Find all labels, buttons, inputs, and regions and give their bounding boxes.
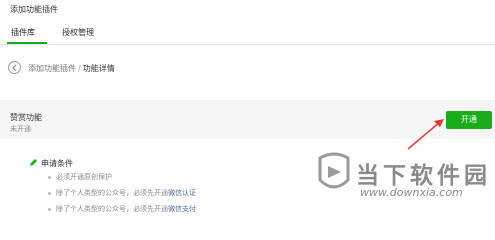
tab-authorization-management[interactable]: 授权管理 xyxy=(62,27,94,38)
wechat-verify-link[interactable]: 微信认证 xyxy=(168,189,196,197)
pencil-icon xyxy=(30,159,37,166)
breadcrumb-separator: / xyxy=(78,64,81,73)
back-arrow-icon[interactable] xyxy=(8,61,21,74)
requirement-item: 除了个人类型的公众号，必须先开通微信支付 xyxy=(48,204,196,214)
breadcrumb-current: 功能详情 xyxy=(82,64,115,73)
watermark-text: 当下软件园 xyxy=(356,163,491,189)
requirement-item: 必须开通原创保护 xyxy=(48,172,112,182)
active-tab-indicator xyxy=(7,42,47,44)
page-title: 添加功能插件 xyxy=(10,5,58,14)
requirement-text: 必须开通原创保护 xyxy=(56,173,112,181)
feature-panel xyxy=(0,100,495,139)
requirement-text: 除了个人类型的公众号，必须先开通 xyxy=(56,189,168,197)
feature-status: 未开通 xyxy=(10,125,31,133)
enable-button[interactable]: 开通 xyxy=(446,111,492,129)
wechat-pay-link[interactable]: 微信支付 xyxy=(168,205,196,213)
requirements-title: 申请条件 xyxy=(41,159,73,168)
watermark-logo-icon xyxy=(318,152,350,189)
tab-plugin-library[interactable]: 插件库 xyxy=(11,27,35,38)
breadcrumb-parent[interactable]: 添加功能插件 xyxy=(28,64,76,73)
watermark-url: www.downxia.com xyxy=(360,186,463,199)
requirement-item: 除了个人类型的公众号，必须先开通微信认证 xyxy=(48,188,196,198)
feature-name: 赞赏功能 xyxy=(10,113,42,122)
requirement-text: 除了个人类型的公众号，必须先开通 xyxy=(56,205,168,213)
breadcrumb: 添加功能插件 / 功能详情 xyxy=(28,63,115,74)
tab-bar: 插件库 授权管理 xyxy=(0,18,495,45)
